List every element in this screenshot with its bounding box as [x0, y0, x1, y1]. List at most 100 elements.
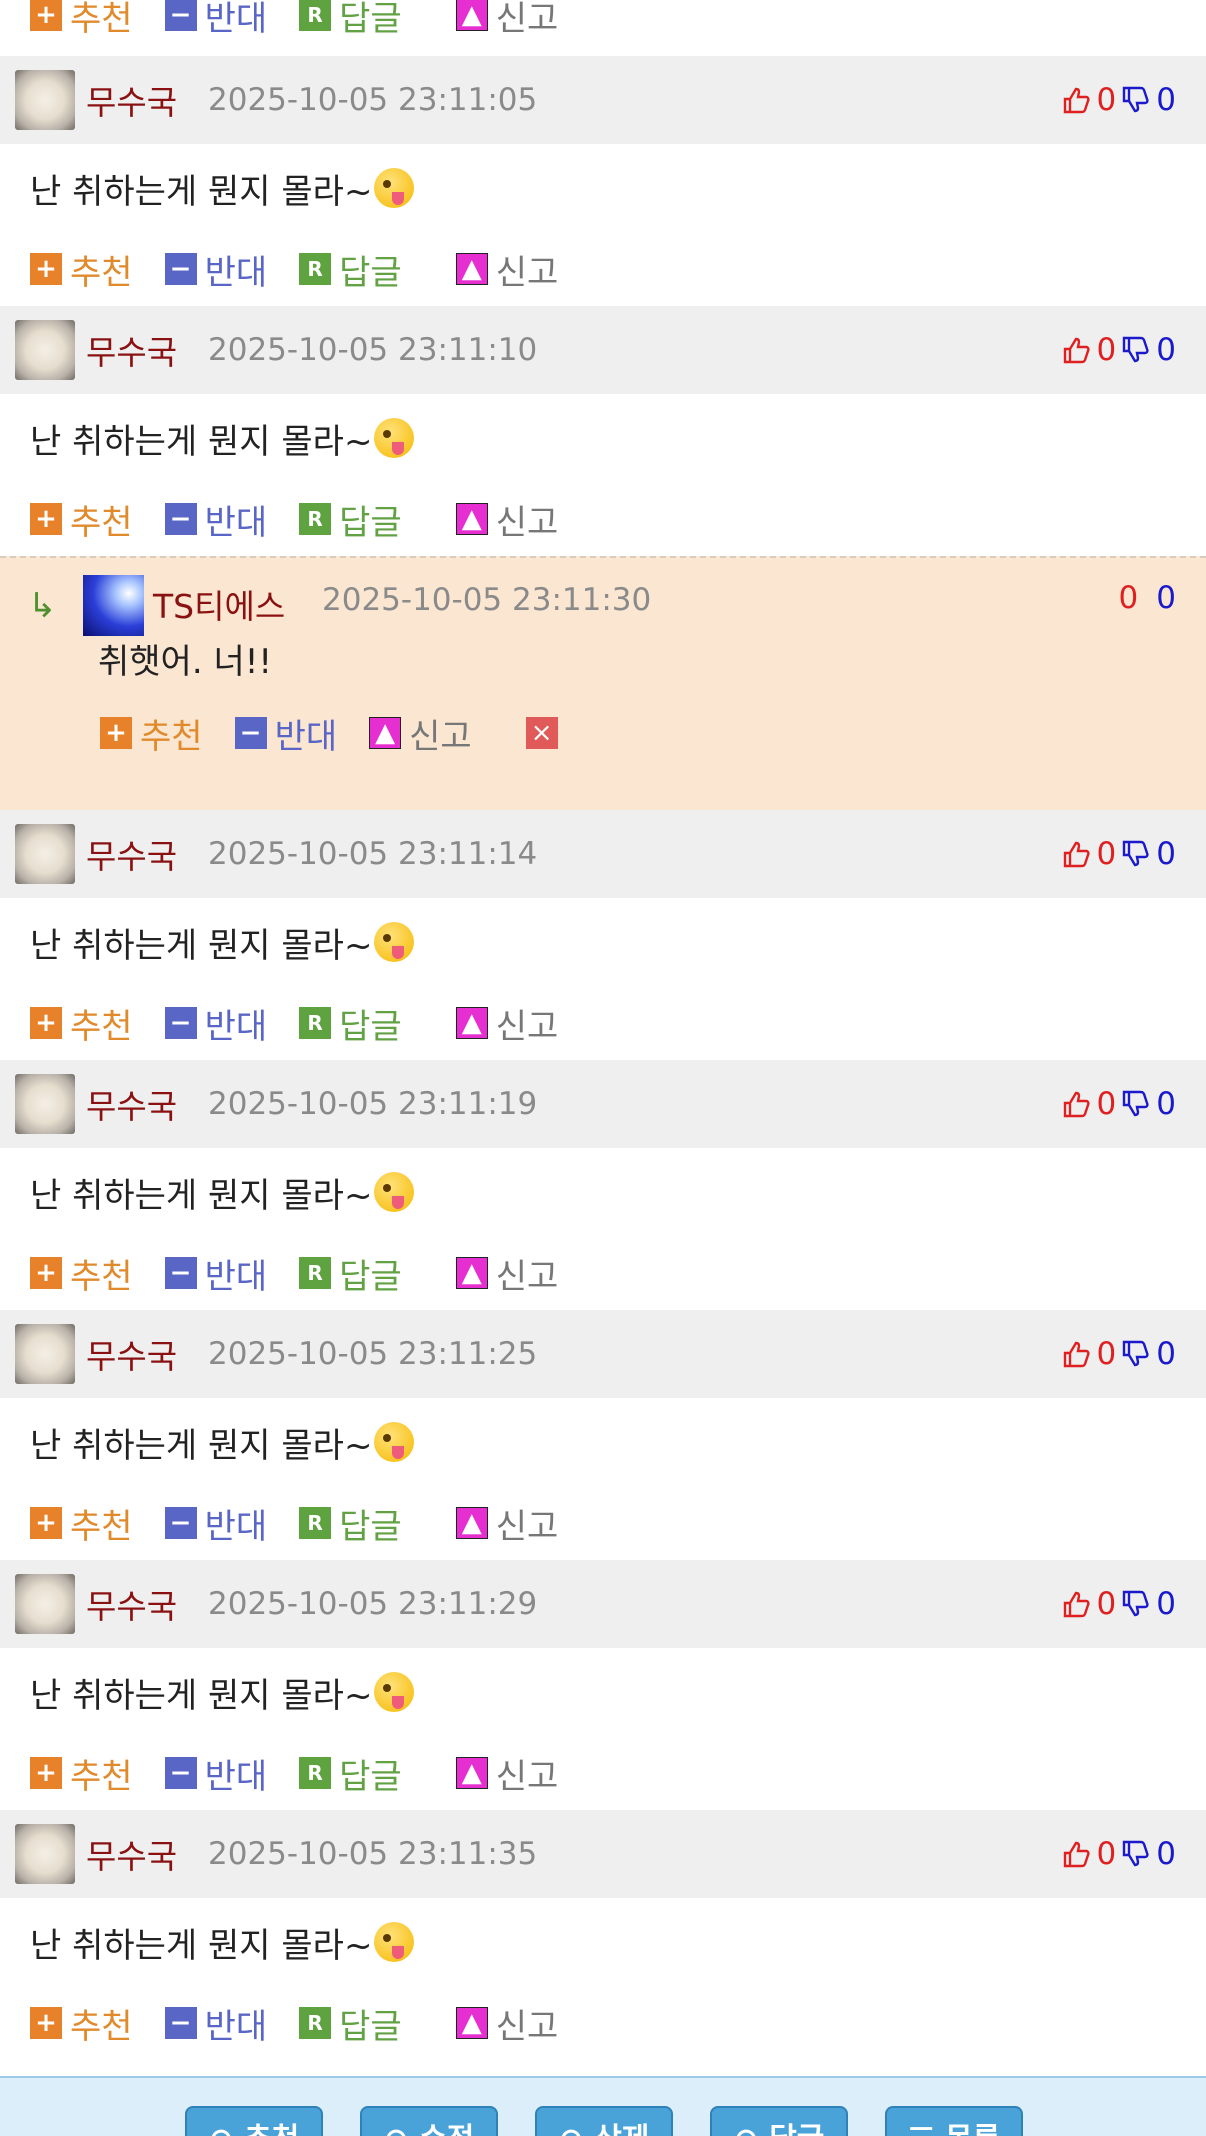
comment-item: 무수국 2025-10-05 23:11:14 0 0 난 취하는게 뭔지 몰라…: [0, 810, 1206, 1060]
avatar[interactable]: [15, 824, 75, 884]
oppose-button[interactable]: − 반대: [164, 1999, 267, 2048]
thumbs-down-icon: [1123, 1590, 1149, 1617]
r-icon: R: [299, 253, 332, 285]
thumbs-down-icon: [1123, 1340, 1149, 1367]
comment-date: 2025-10-05 23:11:29: [208, 1586, 538, 1622]
comment-text: 난 취하는게 뭔지 몰라~: [30, 171, 373, 212]
bottom-toolbar: ⊙ 추천 ⊙ 수정 ⊙ 삭제 ⊙ 답글 ☰ 목록: [0, 2076, 1206, 2136]
reply-button[interactable]: R 답글: [299, 999, 402, 1048]
bottom-button[interactable]: ⊙ 추천: [185, 2106, 323, 2136]
comment-date: 2025-10-05 23:11:30: [322, 582, 652, 618]
recommend-button[interactable]: + 추천: [30, 1999, 133, 2048]
report-button[interactable]: ▲ 신고: [455, 1999, 558, 2048]
author-nick[interactable]: 무수국: [86, 1080, 177, 1128]
plus-icon: +: [30, 1007, 62, 1039]
plus-icon: +: [30, 1257, 62, 1289]
up-count: 0: [1096, 1586, 1117, 1622]
down-count: 0: [1156, 836, 1176, 872]
author-nick[interactable]: 무수국: [86, 1330, 177, 1378]
up-count: 0: [1096, 1086, 1117, 1122]
vote-counts: 0 0: [1061, 836, 1176, 872]
avatar[interactable]: [15, 70, 75, 130]
report-button[interactable]: ▲ 신고: [369, 709, 472, 758]
thumbs-up-icon: [1063, 87, 1090, 114]
bottom-button[interactable]: ⊙ 삭제: [535, 2106, 673, 2136]
oppose-button[interactable]: − 반대: [164, 0, 267, 40]
report-button[interactable]: ▲ 신고: [455, 0, 558, 40]
reply-comment: ↳ TS티에스 2025-10-05 23:11:30 0 0 취햇어. 너!!…: [0, 556, 1206, 810]
comment-text: 난 취하는게 뭔지 몰라~: [30, 1425, 373, 1466]
thumbs-up-icon: [1063, 1591, 1090, 1618]
reply-button[interactable]: R 답글: [299, 1249, 402, 1298]
bottom-button[interactable]: ⊙ 답글: [710, 2106, 848, 2136]
siren-icon: ▲: [455, 253, 488, 285]
comment-date: 2025-10-05 23:11:05: [208, 82, 538, 118]
delete-button[interactable]: ×: [525, 717, 558, 749]
winking-tongue-emoji: [374, 168, 415, 208]
r-icon: R: [299, 503, 332, 535]
r-icon: R: [299, 1507, 332, 1539]
recommend-button[interactable]: + 추천: [100, 709, 203, 758]
report-button[interactable]: ▲ 신고: [455, 1749, 558, 1798]
r-icon: R: [299, 0, 332, 31]
author-nick[interactable]: 무수국: [86, 326, 177, 374]
author-nick[interactable]: 무수국: [86, 76, 177, 124]
bottom-button[interactable]: ☰ 목록: [885, 2106, 1023, 2136]
reply-button[interactable]: R 답글: [299, 245, 402, 294]
recommend-button[interactable]: + 추천: [30, 0, 133, 40]
avatar[interactable]: [15, 1324, 75, 1384]
down-count: 0: [1156, 1836, 1176, 1872]
reply-button[interactable]: R 답글: [299, 0, 402, 40]
oppose-button[interactable]: − 반대: [164, 1249, 267, 1298]
oppose-button[interactable]: − 반대: [164, 999, 267, 1048]
recommend-button[interactable]: + 추천: [30, 1249, 133, 1298]
avatar[interactable]: [15, 1824, 75, 1884]
oppose-button[interactable]: − 반대: [234, 709, 337, 758]
winking-tongue-emoji: [374, 1422, 415, 1462]
reply-button[interactable]: R 답글: [299, 1999, 402, 2048]
comment-text: 난 취하는게 뭔지 몰라~: [30, 925, 373, 966]
report-button[interactable]: ▲ 신고: [455, 999, 558, 1048]
comment-item: 무수국 2025-10-05 23:11:19 0 0 난 취하는게 뭔지 몰라…: [0, 1060, 1206, 1310]
recommend-button[interactable]: + 추천: [30, 245, 133, 294]
reply-button[interactable]: R 답글: [299, 1749, 402, 1798]
comment-list: 무수국 2025-10-05 23:11:05 0 0 난 취하는게 뭔지 몰라…: [0, 56, 1206, 2060]
recommend-button[interactable]: + 추천: [30, 1499, 133, 1548]
up-count: 0: [1096, 82, 1117, 118]
report-button[interactable]: ▲ 신고: [455, 1499, 558, 1548]
report-button[interactable]: ▲ 신고: [455, 1249, 558, 1298]
siren-icon: ▲: [369, 717, 402, 749]
avatar[interactable]: [15, 1574, 75, 1634]
author-nick[interactable]: 무수국: [86, 1830, 177, 1878]
report-button[interactable]: ▲ 신고: [455, 245, 558, 294]
recommend-button[interactable]: + 추천: [30, 1749, 133, 1798]
down-count: 0: [1156, 580, 1176, 616]
vote-counts: 0 0: [1061, 82, 1176, 118]
comment-actions: + 추천 − 반대 R 답글 ▲ 신고: [0, 0, 590, 52]
avatar[interactable]: [15, 1074, 75, 1134]
comment-header: 무수국 2025-10-05 23:11:14 0 0: [0, 810, 1206, 898]
recommend-button[interactable]: + 추천: [30, 495, 133, 544]
comment-text: 난 취하는게 뭔지 몰라~: [30, 1925, 373, 1966]
plus-icon: +: [30, 1757, 62, 1789]
avatar[interactable]: [15, 320, 75, 380]
bottom-button[interactable]: ⊙ 수정: [360, 2106, 498, 2136]
comment-actions: + 추천 − 반대 ▲ 신고 ×: [70, 696, 558, 770]
author-nick[interactable]: 무수국: [86, 830, 177, 878]
vote-counts: 0 0: [1061, 1336, 1176, 1372]
thumbs-up-icon: [1063, 841, 1090, 868]
thumbs-down-icon: [1123, 86, 1149, 113]
author-nick[interactable]: 무수국: [86, 1580, 177, 1628]
oppose-button[interactable]: − 반대: [164, 1499, 267, 1548]
oppose-button[interactable]: − 반대: [164, 1749, 267, 1798]
oppose-button[interactable]: − 반대: [164, 245, 267, 294]
reply-button[interactable]: R 답글: [299, 1499, 402, 1548]
vote-counts: 0 0: [1061, 1836, 1176, 1872]
winking-tongue-emoji: [374, 418, 415, 458]
siren-icon: ▲: [455, 1507, 488, 1539]
close-icon: ×: [530, 718, 553, 748]
recommend-button[interactable]: + 추천: [30, 999, 133, 1048]
report-button[interactable]: ▲ 신고: [455, 495, 558, 544]
reply-button[interactable]: R 답글: [299, 495, 402, 544]
oppose-button[interactable]: − 반대: [164, 495, 267, 544]
